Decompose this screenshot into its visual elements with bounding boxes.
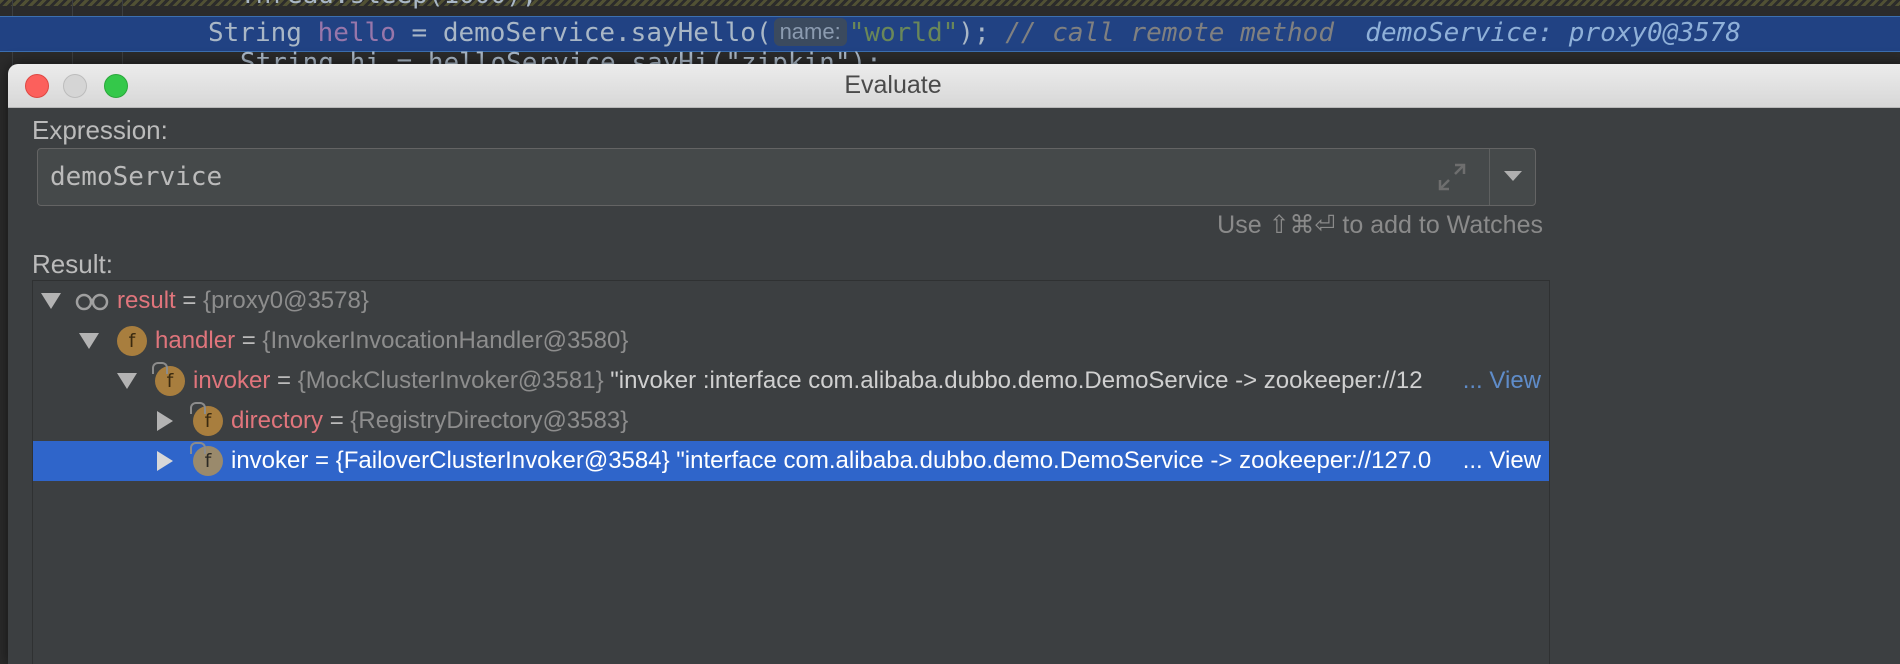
code-token: );: [958, 18, 990, 48]
tree-row-result[interactable]: result = {proxy0@3578}: [33, 281, 1549, 321]
var-value: "invoker :interface com.alibaba.dubbo.de…: [603, 367, 1423, 394]
code-token: =: [395, 18, 443, 48]
var-value: "interface com.alibaba.dubbo.demo.DemoSe…: [669, 447, 1432, 474]
tree-row-invoker[interactable]: f invoker = {MockClusterInvoker@3581} "i…: [33, 361, 1549, 401]
expand-editor-icon[interactable]: [1436, 161, 1468, 193]
expand-toggle-icon[interactable]: [157, 411, 173, 431]
collapse-toggle-icon[interactable]: [79, 333, 99, 349]
tree-row-handler[interactable]: f handler = {InvokerInvocationHandler@35…: [33, 321, 1549, 361]
view-label: View: [1489, 447, 1541, 474]
add-to-watches-hint: Use ⇧⌘⏎ to add to Watches: [1217, 211, 1543, 239]
var-name: invoker: [193, 367, 271, 394]
tree-row-text: directory = {RegistryDirectory@3583}: [231, 401, 628, 441]
collapse-toggle-icon[interactable]: [117, 373, 137, 389]
view-link[interactable]: ... View: [1459, 441, 1541, 481]
expression-input[interactable]: demoService: [50, 149, 222, 205]
dialog-titlebar[interactable]: Evaluate: [8, 64, 1900, 108]
ellipsis: ...: [1462, 447, 1483, 474]
tree-row-directory[interactable]: f directory = {RegistryDirectory@3583}: [33, 401, 1549, 441]
tree-row-text: result = {proxy0@3578}: [117, 281, 369, 321]
expression-field[interactable]: demoService: [37, 148, 1536, 206]
expression-label: Expression:: [32, 115, 168, 145]
result-label: Result:: [32, 249, 113, 279]
code-token: String: [208, 18, 318, 48]
code-token: (: [755, 18, 772, 48]
ellipsis: ...: [1462, 367, 1483, 394]
current-code-line[interactable]: String hello = demoService.sayHello(name…: [208, 16, 1741, 50]
var-name: invoker: [231, 447, 309, 474]
equals: =: [323, 407, 351, 434]
code-token-target: demoService: [442, 18, 616, 48]
tree-row-text: invoker = {FailoverClusterInvoker@3584} …: [231, 441, 1431, 481]
equals: =: [270, 367, 298, 394]
var-ref: {proxy0@3578}: [203, 287, 369, 314]
tree-row-text: invoker = {MockClusterInvoker@3581} "inv…: [193, 361, 1423, 401]
chevron-down-icon: [1504, 171, 1522, 181]
dialog-title: Evaluate: [844, 71, 942, 99]
code-token: .: [615, 18, 631, 48]
inline-debug-value: demoService: proxy0@3578: [1365, 18, 1741, 48]
var-ref: {InvokerInvocationHandler@3580}: [262, 327, 629, 354]
history-dropdown-button[interactable]: [1490, 149, 1536, 205]
equals: =: [175, 287, 204, 314]
field-icon: f: [190, 402, 223, 436]
glasses-icon: [75, 293, 109, 311]
var-ref: {MockClusterInvoker@3581}: [297, 367, 604, 394]
code-token-string: "world": [848, 18, 959, 48]
equals: =: [308, 447, 336, 474]
code-token-method: sayHello: [630, 18, 756, 48]
parameter-hint: name:: [773, 18, 847, 46]
tree-row-invoker-selected[interactable]: f invoker = {FailoverClusterInvoker@3584…: [33, 441, 1549, 481]
equals: =: [235, 327, 263, 354]
var-ref: {RegistryDirectory@3583}: [350, 407, 629, 434]
var-name: handler: [155, 327, 236, 354]
expand-toggle-icon[interactable]: [157, 451, 173, 471]
collapse-toggle-icon[interactable]: [41, 293, 61, 309]
result-tree[interactable]: result = {proxy0@3578} f handler = {Invo…: [32, 280, 1550, 664]
view-label: View: [1489, 367, 1541, 394]
tree-row-clip: invoker = {FailoverClusterInvoker@3584} …: [231, 441, 1461, 481]
tree-row-text: handler = {InvokerInvocationHandler@3580…: [155, 321, 628, 361]
var-name: directory: [231, 407, 324, 434]
field-icon: f: [117, 326, 147, 356]
view-link[interactable]: ... View: [1459, 361, 1541, 401]
var-ref: {FailoverClusterInvoker@3584}: [335, 447, 670, 474]
tree-row-clip: invoker = {MockClusterInvoker@3581} "inv…: [193, 361, 1461, 401]
var-name: result: [117, 287, 176, 314]
code-line-above: Thread.sleep(1000);: [240, 0, 537, 10]
field-icon: f: [190, 442, 223, 476]
field-icon: f: [152, 362, 185, 396]
evaluate-dialog: Evaluate Expression: demoService Use ⇧⌘⏎…: [8, 64, 1900, 664]
code-comment: // call remote method: [989, 18, 1334, 48]
code-token-variable: hello: [317, 18, 396, 48]
